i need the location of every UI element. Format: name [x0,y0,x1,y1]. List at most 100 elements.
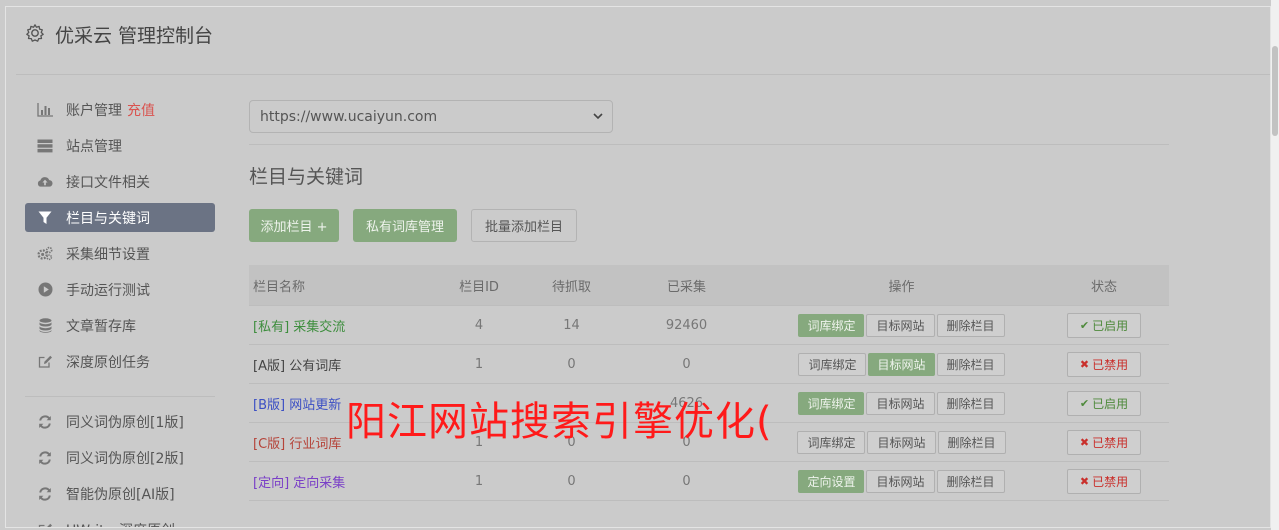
column-name-link[interactable]: 行业词库 [289,437,341,452]
site-select[interactable]: https://www.ucaiyun.com [249,100,613,133]
column-name-link[interactable]: 定向采集 [293,476,345,491]
delete-column-button[interactable]: 删除栏目 [937,430,1006,454]
cell-actions: 词库绑定 目标网站 删除栏目 [764,383,1039,423]
cell-pending: 0 [534,344,609,384]
col-header-status: 状态 [1039,265,1169,306]
cell-column-name: [A版] 公有词库 [249,344,424,384]
col-header-id: 栏目ID [424,265,534,306]
sidebar-item-collect-settings[interactable]: 采集细节设置 [25,239,215,268]
target-site-button[interactable]: 目标网站 [867,430,936,454]
edit-icon [37,354,53,370]
bind-lexicon-button[interactable]: 词库绑定 [798,313,865,337]
sidebar-item-manual-test[interactable]: 手动运行测试 [25,275,215,304]
status-label: 已启用 [1092,318,1129,333]
status-toggle[interactable]: ✖ 已禁用 [1067,351,1141,377]
status-toggle[interactable]: ✖ 已禁用 [1067,429,1141,455]
column-tag: [定向] [253,475,290,491]
cell-column-name: [私有] 采集交流 [249,305,424,345]
batch-add-column-button[interactable]: 批量添加栏目 [471,209,577,242]
target-site-button[interactable]: 目标网站 [866,313,935,337]
sidebar-item-columns-keywords[interactable]: 栏目与关键词 [25,203,215,232]
table-header-row: 栏目名称 栏目ID 待抓取 已采集 操作 状态 [249,265,1169,306]
status-toggle[interactable]: ✔ 已启用 [1067,312,1141,338]
sidebar-item-synonym-v2[interactable]: 同义词伪原创[2版] [25,443,215,472]
close-icon: ✖ [1079,474,1090,488]
site-select-value: https://www.ucaiyun.com [260,108,438,125]
columns-table: 栏目名称 栏目ID 待抓取 已采集 操作 状态 [私有] 采集交流 4 14 9246… [249,265,1169,501]
bind-lexicon-button[interactable]: 词库绑定 [798,352,867,376]
target-site-button[interactable]: 目标网站 [866,391,935,415]
sidebar-item-label: 文章暂存库 [66,318,136,335]
delete-column-button[interactable]: 删除栏目 [936,391,1005,415]
sidebar-item-label: 接口文件相关 [66,174,150,191]
sidebar-item-smart-ai[interactable]: 智能伪原创[AI版] [25,479,215,508]
bind-lexicon-button[interactable]: 定向设置 [798,469,865,493]
sidebar-item-interface-files[interactable]: 接口文件相关 [25,167,215,196]
sidebar-item-label: 账户管理 [66,102,122,119]
cell-status: ✔ 已启用 [1039,383,1169,423]
status-label: 已禁用 [1092,435,1129,450]
sidebar-item-uwriter[interactable]: UWriter深度原创 [25,515,215,528]
column-name-link[interactable]: 网站更新 [289,398,341,413]
bind-lexicon-button[interactable]: 词库绑定 [798,391,865,415]
recharge-link[interactable]: 充值 [127,100,155,120]
target-site-button[interactable]: 目标网站 [868,352,935,376]
column-name-link[interactable]: 公有词库 [289,359,341,374]
sidebar-item-label: 同义词伪原创[1版] [66,414,184,431]
cloud-upload-icon [37,174,53,190]
gear-icon [25,23,45,43]
close-icon: ✖ [1079,357,1090,371]
cell-status: ✖ 已禁用 [1039,461,1169,501]
refresh-icon [37,414,53,430]
bind-lexicon-button[interactable]: 词库绑定 [797,430,866,454]
top-header: 优采云 管理控制台 [16,7,1270,75]
cell-collected: 0 [609,344,764,384]
status-toggle[interactable]: ✔ 已启用 [1067,390,1141,416]
delete-column-button[interactable]: 删除栏目 [936,313,1005,337]
scrollbar-thumb[interactable] [1272,46,1278,136]
cell-collected: 92460 [609,305,764,345]
status-label: 已禁用 [1092,474,1129,489]
status-toggle[interactable]: ✖ 已禁用 [1067,468,1141,494]
private-lexicon-button[interactable]: 私有词库管理 [353,209,457,242]
refresh-icon [37,450,53,466]
sidebar-item-synonym-v1[interactable]: 同义词伪原创[1版] [25,407,215,436]
target-site-button[interactable]: 目标网站 [866,469,935,493]
sidebar-item-label: 站点管理 [66,138,122,155]
add-column-button[interactable]: 添加栏目 + [249,209,339,242]
sidebar-item-label: UWriter深度原创 [66,520,175,528]
column-tag: [C版] [253,436,286,452]
column-name-link[interactable]: 采集交流 [293,320,345,335]
play-circle-icon [37,282,53,298]
sidebar-item-label: 同义词伪原创[2版] [66,450,184,467]
sidebar-item-label: 采集细节设置 [66,246,150,263]
delete-column-button[interactable]: 删除栏目 [936,352,1005,376]
cell-status: ✔ 已启用 [1039,305,1169,345]
col-header-pending: 待抓取 [534,265,609,306]
cell-actions: 词库绑定 目标网站 删除栏目 [764,305,1039,345]
chevron-down-icon [592,110,604,126]
sidebar-item-label: 智能伪原创[AI版] [66,486,175,503]
sidebar-item-sites[interactable]: 站点管理 [25,131,215,160]
gears-icon [37,246,53,262]
col-header-actions: 操作 [764,265,1039,306]
sidebar-item-label: 深度原创任务 [66,354,150,371]
sidebar-item-deep-original[interactable]: 深度原创任务 [25,347,215,376]
page-title: 优采云 管理控制台 [55,25,214,47]
sidebar-item-account[interactable]: 账户管理 充值 [25,95,215,124]
cell-column-name: [定向] 定向采集 [249,461,424,501]
col-header-name: 栏目名称 [249,265,424,306]
cell-status: ✖ 已禁用 [1039,422,1169,462]
status-label: 已启用 [1092,396,1129,411]
sidebar-item-label: 栏目与关键词 [66,210,150,227]
table-row: [A版] 公有词库 1 0 0 词库绑定 目标网站 删除栏目 ✖ 已禁用 [249,344,1169,384]
sidebar-item-article-store[interactable]: 文章暂存库 [25,311,215,340]
edit-icon [37,522,53,527]
check-icon: ✔ [1079,318,1090,332]
cell-actions: 定向设置 目标网站 删除栏目 [764,461,1039,501]
section-title: 栏目与关键词 [249,166,364,188]
sidebar-divider [25,396,215,397]
watermark-overlay-text: 阳江网站搜索引擎优化( [346,399,773,445]
delete-column-button[interactable]: 删除栏目 [936,469,1005,493]
table-row: [定向] 定向采集 1 0 0 定向设置 目标网站 删除栏目 ✖ 已禁用 [249,461,1169,501]
